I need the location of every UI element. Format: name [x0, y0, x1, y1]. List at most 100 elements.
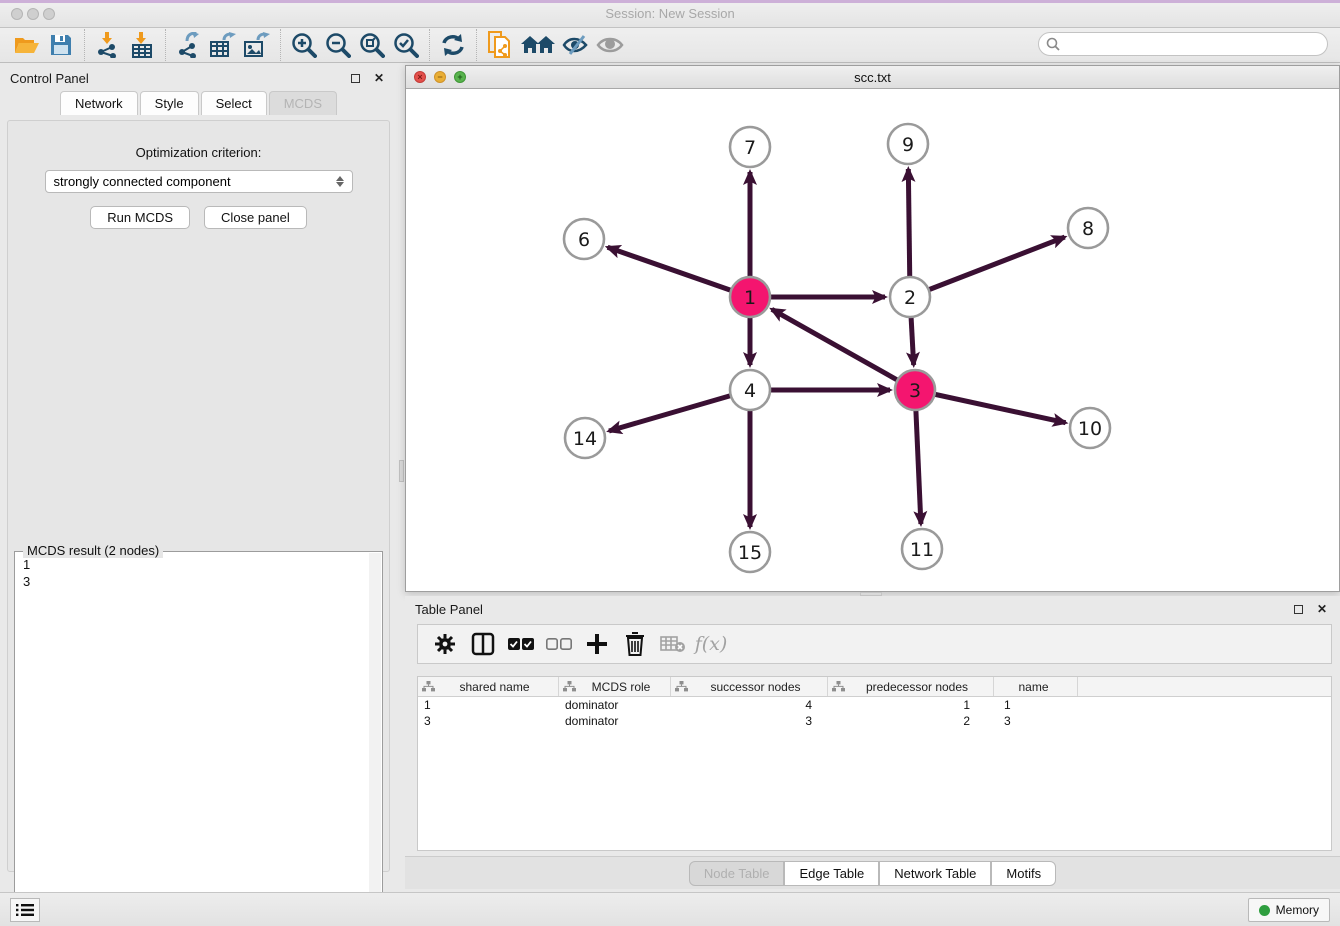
column-header-name[interactable]: name: [994, 677, 1078, 696]
table-cell[interactable]: 3: [994, 714, 1078, 728]
column-header-predecessor-nodes[interactable]: predecessor nodes: [828, 677, 994, 696]
import-table-icon[interactable]: [125, 30, 159, 60]
node-label: 1: [744, 287, 756, 309]
export-table-icon[interactable]: [206, 30, 240, 60]
window-title: Session: New Session: [0, 6, 1340, 21]
memory-label: Memory: [1276, 903, 1319, 917]
delete-table-icon[interactable]: [656, 628, 690, 660]
zoom-selected-icon[interactable]: [389, 30, 423, 60]
export-image-icon[interactable]: [240, 30, 274, 60]
graph-node-4[interactable]: 4: [730, 370, 770, 410]
gear-icon[interactable]: [428, 628, 462, 660]
search-field[interactable]: [1038, 32, 1328, 56]
column-header-successor-nodes[interactable]: successor nodes: [671, 677, 828, 696]
toolbar-separator: [476, 29, 477, 61]
table-rows: 1dominator4113dominator323: [418, 697, 1331, 729]
hide-selected-icon[interactable]: [559, 30, 593, 60]
graph-node-6[interactable]: 6: [564, 219, 604, 259]
close-panel-button[interactable]: Close panel: [204, 206, 307, 229]
clone-network-icon[interactable]: [483, 30, 517, 60]
result-scrollbar[interactable]: [369, 553, 381, 921]
tab-network[interactable]: Network: [60, 91, 138, 115]
network-canvas[interactable]: 7 9 6 8 1 2 4 3 14 10 15 11: [406, 89, 1339, 591]
zoom-in-icon[interactable]: [287, 30, 321, 60]
table-cell[interactable]: 4: [671, 698, 828, 712]
float-panel-icon[interactable]: [347, 71, 363, 85]
delete-icon[interactable]: [618, 628, 652, 660]
network-close-icon[interactable]: ×: [414, 71, 426, 83]
tab-network-table[interactable]: Network Table: [879, 861, 991, 886]
function-builder-icon[interactable]: f(x): [694, 628, 728, 660]
save-icon[interactable]: [44, 30, 78, 60]
graph-node-2[interactable]: 2: [890, 277, 930, 317]
table-cell[interactable]: dominator: [559, 714, 671, 728]
tab-node-table[interactable]: Node Table: [689, 861, 785, 886]
optimization-criterion-select[interactable]: strongly connected component: [45, 170, 353, 193]
table-row[interactable]: 1dominator411: [418, 697, 1331, 713]
graph-node-9[interactable]: 9: [888, 124, 928, 164]
graph-node-7[interactable]: 7: [730, 127, 770, 167]
mcds-result-list[interactable]: 1 3: [17, 556, 368, 920]
graph-node-8[interactable]: 8: [1068, 208, 1108, 248]
node-label: 3: [909, 380, 921, 402]
tab-mcds[interactable]: MCDS: [269, 91, 337, 115]
column-header-MCDS-role[interactable]: MCDS role: [559, 677, 671, 696]
show-all-icon[interactable]: [593, 30, 627, 60]
graph-edge-1-6[interactable]: [608, 247, 750, 297]
close-panel-icon[interactable]: ✕: [371, 71, 387, 85]
float-panel-icon[interactable]: [1290, 602, 1306, 616]
run-mcds-button[interactable]: Run MCDS: [90, 206, 190, 229]
graph-node-3[interactable]: 3: [895, 370, 935, 410]
open-folder-icon[interactable]: [10, 30, 44, 60]
node-label: 15: [738, 542, 762, 564]
close-panel-icon[interactable]: ✕: [1314, 602, 1330, 616]
node-label: 7: [744, 137, 756, 159]
graph-edge-4-14[interactable]: [609, 390, 750, 431]
table-cell[interactable]: 3: [671, 714, 828, 728]
task-history-icon[interactable]: [10, 898, 40, 922]
node-label: 11: [910, 539, 934, 561]
vertical-splitter[interactable]: [398, 65, 405, 880]
split-columns-icon[interactable]: [466, 628, 500, 660]
add-column-icon[interactable]: [580, 628, 614, 660]
tab-select[interactable]: Select: [201, 91, 267, 115]
zoom-fit-icon[interactable]: [355, 30, 389, 60]
column-header-shared-name[interactable]: shared name: [418, 677, 559, 696]
table-cell[interactable]: 1: [828, 698, 994, 712]
table-cell[interactable]: 3: [418, 714, 559, 728]
tab-motifs[interactable]: Motifs: [991, 861, 1056, 886]
network-window-titlebar[interactable]: × − + scc.txt: [406, 66, 1339, 89]
graph-edge-2-8[interactable]: [910, 237, 1065, 297]
zoom-out-icon[interactable]: [321, 30, 355, 60]
network-maximize-icon[interactable]: +: [454, 71, 466, 83]
graph-node-11[interactable]: 11: [902, 529, 942, 569]
graph-node-1[interactable]: 1: [730, 277, 770, 317]
column-header-label: predecessor nodes: [845, 680, 993, 694]
select-stepper-icon: [336, 176, 344, 187]
table-cell[interactable]: 2: [828, 714, 994, 728]
mcds-panel: Optimization criterion: strongly connect…: [7, 120, 390, 872]
deselect-checks-icon[interactable]: [542, 628, 576, 660]
graph-node-10[interactable]: 10: [1070, 408, 1110, 448]
network-minimize-icon[interactable]: −: [434, 71, 446, 83]
home-icon[interactable]: [517, 30, 559, 60]
graph-edge-3-10[interactable]: [915, 390, 1066, 423]
table-row[interactable]: 3dominator323: [418, 713, 1331, 729]
refresh-layout-icon[interactable]: [436, 30, 470, 60]
tab-edge-table[interactable]: Edge Table: [784, 861, 879, 886]
node-label: 2: [904, 287, 916, 309]
graph-node-14[interactable]: 14: [565, 418, 605, 458]
graph-node-15[interactable]: 15: [730, 532, 770, 572]
table-cell[interactable]: dominator: [559, 698, 671, 712]
memory-button[interactable]: Memory: [1248, 898, 1330, 922]
select-all-checks-icon[interactable]: [504, 628, 538, 660]
import-network-icon[interactable]: [91, 30, 125, 60]
table-cell[interactable]: 1: [994, 698, 1078, 712]
export-network-icon[interactable]: [172, 30, 206, 60]
graph-edge-3-1[interactable]: [772, 309, 915, 390]
column-type-icon: [422, 681, 435, 693]
search-input[interactable]: [1065, 37, 1327, 51]
table-cell[interactable]: 1: [418, 698, 559, 712]
table-toolbar: f(x): [417, 624, 1332, 664]
tab-style[interactable]: Style: [140, 91, 199, 115]
